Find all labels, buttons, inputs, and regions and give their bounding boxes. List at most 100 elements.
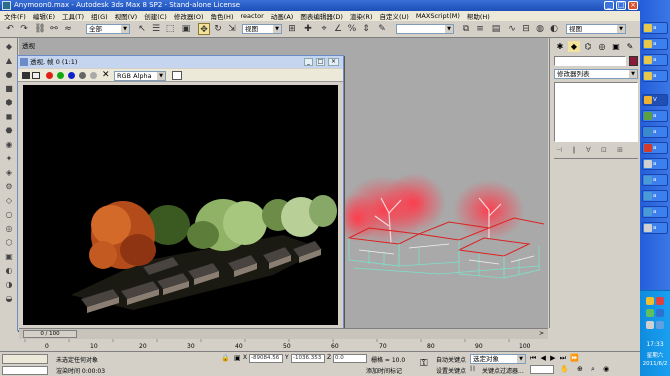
key-shortcut-icons[interactable]: ∥∥ — [470, 366, 476, 372]
menu-edit[interactable]: 编辑(E) — [33, 11, 55, 21]
lock-icon[interactable]: 🔒 — [221, 354, 230, 362]
window-crossing-icon[interactable]: ▣ — [180, 23, 192, 35]
z-coordinate-field[interactable]: 0.0 — [333, 354, 367, 363]
minimize-button[interactable]: _ — [604, 1, 614, 10]
tool-icon[interactable]: ◑ — [3, 280, 15, 290]
select-manipulate-icon[interactable]: ✚ — [302, 23, 314, 35]
minimize-button[interactable]: _ — [304, 58, 313, 66]
snap-3d-icon[interactable]: ⌖ — [318, 23, 330, 35]
named-selection-dropdown[interactable]: ▼ — [396, 24, 454, 34]
tool-icon[interactable]: ◎ — [3, 224, 15, 234]
tray-icon[interactable] — [646, 309, 654, 317]
select-and-move-icon[interactable]: ✥ — [198, 23, 210, 35]
taskbar-item[interactable]: a — [642, 222, 668, 234]
selection-region-icon[interactable]: ⬚ — [164, 23, 176, 35]
key-mode-dropdown[interactable]: 选定对象 ▼ — [470, 354, 526, 364]
tray-icon[interactable] — [656, 309, 664, 317]
render-scene-icon[interactable]: ◐ — [548, 23, 560, 35]
redo-icon[interactable]: ↷ — [18, 23, 30, 35]
tool-icon[interactable]: ◉ — [3, 140, 15, 150]
tool-icon[interactable]: ▣ — [3, 252, 15, 262]
blue-channel-icon[interactable] — [68, 72, 75, 79]
menu-help[interactable]: 帮助(H) — [467, 11, 490, 21]
tool-icon[interactable]: ● — [3, 70, 15, 80]
tool-icon[interactable]: ⬣ — [3, 126, 15, 136]
named-selection-icon[interactable]: ✎ — [376, 23, 388, 35]
pivot-center-icon[interactable]: ⊞ — [286, 23, 298, 35]
maxscript-input[interactable] — [2, 366, 48, 375]
select-by-name-icon[interactable]: ☰ — [150, 23, 162, 35]
taskbar-item[interactable]: a — [642, 126, 668, 138]
tool-icon[interactable]: ■ — [3, 84, 15, 94]
tool-icon[interactable]: ◈ — [3, 168, 15, 178]
tool-icon[interactable]: ✦ — [3, 154, 15, 164]
ref-coord-dropdown[interactable]: 视图 ▼ — [242, 24, 282, 34]
menu-maxscript[interactable]: MAXScript(M) — [416, 12, 460, 20]
bind-space-warp-icon[interactable]: ≈ — [62, 23, 74, 35]
key-icon[interactable]: ⚿ — [420, 358, 428, 369]
menu-animation[interactable]: 动画(A) — [271, 11, 294, 21]
tool-icon[interactable]: ⬡ — [3, 238, 15, 248]
hierarchy-tab-icon[interactable]: ⌬ — [582, 41, 594, 52]
tool-icon[interactable]: ◼ — [3, 112, 15, 122]
menu-views[interactable]: 视图(V) — [115, 11, 138, 21]
material-editor-icon[interactable]: ◍ — [534, 23, 546, 35]
menu-graph-editors[interactable]: 图表编辑器(D) — [300, 11, 343, 21]
tool-icon[interactable]: ⬢ — [3, 98, 15, 108]
select-object-icon[interactable]: ↖ — [136, 23, 148, 35]
object-color-swatch[interactable] — [629, 56, 638, 66]
motion-tab-icon[interactable]: ◎ — [596, 41, 608, 52]
modifier-list-dropdown[interactable]: 修改器列表 ▼ — [554, 69, 638, 79]
taskbar-item[interactable]: a — [642, 22, 668, 34]
playback-controls[interactable]: ⏮ ◀ ▶ ⏭ ⏩ — [530, 354, 580, 363]
frame-counter[interactable]: 0 / 100 — [23, 330, 77, 338]
add-time-tag[interactable]: 添加时间标记 — [366, 366, 402, 375]
link-icon[interactable]: ⛓ — [34, 23, 46, 35]
angle-snap-icon[interactable]: ∠ — [332, 23, 344, 35]
y-coordinate-field[interactable]: -1036.353 — [291, 354, 325, 363]
taskbar-item[interactable]: a — [642, 142, 668, 154]
select-and-scale-icon[interactable]: ⇲ — [226, 23, 238, 35]
current-frame-field[interactable] — [530, 365, 554, 374]
alpha-channel-icon[interactable] — [79, 72, 86, 79]
object-name-field[interactable] — [554, 56, 626, 66]
tool-icon[interactable]: ⚙ — [3, 182, 15, 192]
taskbar-item[interactable]: a — [642, 174, 668, 186]
taskbar-item[interactable]: a — [642, 110, 668, 122]
menu-file[interactable]: 文件(F) — [4, 11, 26, 21]
absolute-mode-icon[interactable]: ▣ — [234, 354, 241, 362]
menu-reactor[interactable]: reactor — [240, 12, 263, 20]
curve-editor-icon[interactable]: ∿ — [506, 23, 518, 35]
maxscript-listener[interactable] — [2, 354, 48, 364]
align-icon[interactable]: ≡ — [474, 23, 486, 35]
taskbar-item[interactable]: a — [642, 158, 668, 170]
unlink-icon[interactable]: ⚯ — [48, 23, 60, 35]
color-swatch[interactable] — [172, 71, 182, 80]
menu-group[interactable]: 组(G) — [91, 11, 108, 21]
render-type-dropdown[interactable]: 视图 ▼ — [566, 24, 626, 34]
clock-time[interactable]: 17:33 — [640, 341, 670, 348]
undo-icon[interactable]: ↶ — [4, 23, 16, 35]
menu-modifiers[interactable]: 修改器(O) — [174, 11, 204, 21]
tool-icon[interactable]: ◒ — [3, 294, 15, 304]
time-slider[interactable]: 0 / 100 > — [19, 328, 548, 339]
set-key-label[interactable]: 设置关键点 — [436, 366, 466, 375]
taskbar-item[interactable]: a — [642, 70, 668, 82]
mono-icon[interactable] — [90, 72, 97, 79]
modifier-stack[interactable] — [554, 82, 638, 142]
tool-icon[interactable]: ○ — [3, 210, 15, 220]
menu-rendering[interactable]: 渲染(R) — [350, 11, 373, 21]
auto-key-label[interactable]: 自动关键点 — [436, 355, 466, 364]
next-frame-icon[interactable]: > — [539, 330, 544, 337]
menu-character[interactable]: 角色(H) — [211, 11, 234, 21]
taskbar-item-active[interactable]: V — [642, 94, 668, 106]
create-tab-icon[interactable]: ✱ — [554, 41, 566, 52]
tool-icon[interactable]: ◆ — [3, 42, 15, 52]
maximize-button[interactable]: □ — [316, 58, 325, 66]
percent-snap-icon[interactable]: % — [346, 23, 358, 35]
render-window-titlebar[interactable]: 透视, 帧 0 (1:1) _ □ × — [18, 56, 343, 68]
maximize-button[interactable]: □ — [616, 1, 626, 10]
utilities-tab-icon[interactable]: ✎ — [624, 41, 636, 52]
tool-icon[interactable]: ◇ — [3, 196, 15, 206]
close-button[interactable]: × — [628, 1, 638, 10]
